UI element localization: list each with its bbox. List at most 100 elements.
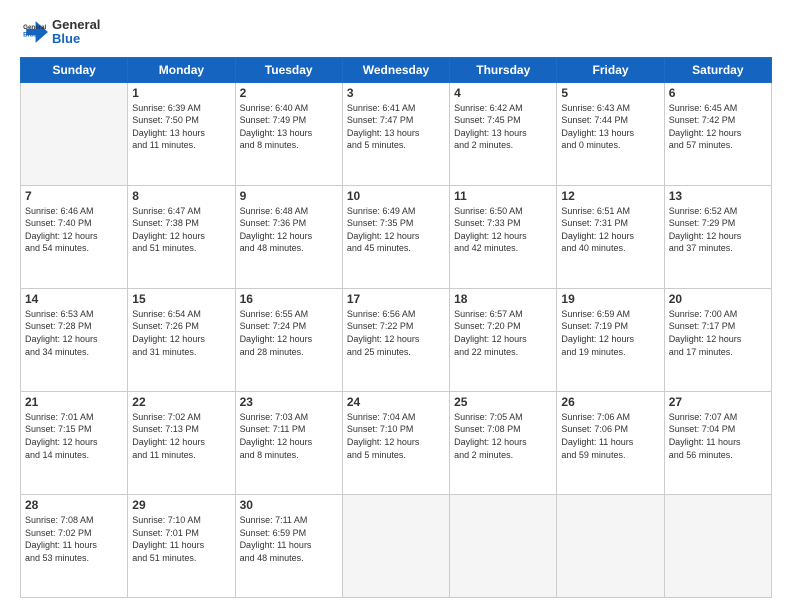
day-number: 27: [669, 395, 767, 409]
calendar-cell: 7 Sunrise: 6:46 AM Sunset: 7:40 PM Daylig…: [21, 185, 128, 288]
day-number: 12: [561, 189, 659, 203]
day-content: Sunrise: 6:50 AM Sunset: 7:33 PM Dayligh…: [454, 205, 552, 255]
calendar-cell: 9 Sunrise: 6:48 AM Sunset: 7:36 PM Daylig…: [235, 185, 342, 288]
day-number: 9: [240, 189, 338, 203]
day-header-thursday: Thursday: [450, 57, 557, 82]
day-number: 3: [347, 86, 445, 100]
day-content: Sunrise: 6:42 AM Sunset: 7:45 PM Dayligh…: [454, 102, 552, 152]
day-content: Sunrise: 6:51 AM Sunset: 7:31 PM Dayligh…: [561, 205, 659, 255]
day-content: Sunrise: 6:54 AM Sunset: 7:26 PM Dayligh…: [132, 308, 230, 358]
calendar-cell: 16 Sunrise: 6:55 AM Sunset: 7:24 PM Dayli…: [235, 288, 342, 391]
calendar-cell: 24 Sunrise: 7:04 AM Sunset: 7:10 PM Dayli…: [342, 391, 449, 494]
day-content: Sunrise: 7:03 AM Sunset: 7:11 PM Dayligh…: [240, 411, 338, 461]
logo: General Blue General Blue: [20, 18, 100, 47]
day-header-monday: Monday: [128, 57, 235, 82]
calendar-cell: 6 Sunrise: 6:45 AM Sunset: 7:42 PM Daylig…: [664, 82, 771, 185]
calendar-header-row: SundayMondayTuesdayWednesdayThursdayFrid…: [21, 57, 772, 82]
calendar-cell: 1 Sunrise: 6:39 AM Sunset: 7:50 PM Daylig…: [128, 82, 235, 185]
day-number: 18: [454, 292, 552, 306]
calendar-cell: 14 Sunrise: 6:53 AM Sunset: 7:28 PM Dayli…: [21, 288, 128, 391]
day-content: Sunrise: 6:56 AM Sunset: 7:22 PM Dayligh…: [347, 308, 445, 358]
day-content: Sunrise: 6:55 AM Sunset: 7:24 PM Dayligh…: [240, 308, 338, 358]
day-number: 14: [25, 292, 123, 306]
day-content: Sunrise: 6:53 AM Sunset: 7:28 PM Dayligh…: [25, 308, 123, 358]
day-number: 30: [240, 498, 338, 512]
calendar-cell: 3 Sunrise: 6:41 AM Sunset: 7:47 PM Daylig…: [342, 82, 449, 185]
calendar-cell: 4Sunrise: 6:42 AM Sunset: 7:45 PM Daylig…: [450, 82, 557, 185]
day-content: Sunrise: 7:05 AM Sunset: 7:08 PM Dayligh…: [454, 411, 552, 461]
calendar-week-2: 7 Sunrise: 6:46 AM Sunset: 7:40 PM Daylig…: [21, 185, 772, 288]
day-number: 24: [347, 395, 445, 409]
calendar-week-3: 14 Sunrise: 6:53 AM Sunset: 7:28 PM Dayli…: [21, 288, 772, 391]
day-number: 20: [669, 292, 767, 306]
calendar-cell: [557, 494, 664, 597]
day-content: Sunrise: 6:45 AM Sunset: 7:42 PM Dayligh…: [669, 102, 767, 152]
calendar-week-1: 1 Sunrise: 6:39 AM Sunset: 7:50 PM Daylig…: [21, 82, 772, 185]
svg-text:Blue: Blue: [23, 32, 37, 39]
day-number: 2: [240, 86, 338, 100]
calendar-cell: 29Sunrise: 7:10 AM Sunset: 7:01 PM Dayli…: [128, 494, 235, 597]
calendar-cell: 20 Sunrise: 7:00 AM Sunset: 7:17 PM Dayli…: [664, 288, 771, 391]
day-number: 19: [561, 292, 659, 306]
day-number: 28: [25, 498, 123, 512]
day-number: 7: [25, 189, 123, 203]
day-content: Sunrise: 6:47 AM Sunset: 7:38 PM Dayligh…: [132, 205, 230, 255]
day-content: Sunrise: 7:11 AM Sunset: 6:59 PM Dayligh…: [240, 514, 338, 564]
day-number: 16: [240, 292, 338, 306]
day-content: Sunrise: 7:10 AM Sunset: 7:01 PM Dayligh…: [132, 514, 230, 564]
day-number: 6: [669, 86, 767, 100]
day-number: 11: [454, 189, 552, 203]
day-number: 22: [132, 395, 230, 409]
calendar-cell: 18 Sunrise: 6:57 AM Sunset: 7:20 PM Dayli…: [450, 288, 557, 391]
calendar-cell: 22 Sunrise: 7:02 AM Sunset: 7:13 PM Dayli…: [128, 391, 235, 494]
calendar-cell: 21 Sunrise: 7:01 AM Sunset: 7:15 PM Dayli…: [21, 391, 128, 494]
day-header-wednesday: Wednesday: [342, 57, 449, 82]
calendar-table: SundayMondayTuesdayWednesdayThursdayFrid…: [20, 57, 772, 598]
day-content: Sunrise: 7:04 AM Sunset: 7:10 PM Dayligh…: [347, 411, 445, 461]
day-content: Sunrise: 7:07 AM Sunset: 7:04 PM Dayligh…: [669, 411, 767, 461]
calendar-cell: [450, 494, 557, 597]
calendar-cell: 28 Sunrise: 7:08 AM Sunset: 7:02 PM Dayli…: [21, 494, 128, 597]
day-number: 17: [347, 292, 445, 306]
calendar-week-5: 28 Sunrise: 7:08 AM Sunset: 7:02 PM Dayli…: [21, 494, 772, 597]
day-number: 26: [561, 395, 659, 409]
day-number: 21: [25, 395, 123, 409]
day-number: 25: [454, 395, 552, 409]
calendar-cell: 8 Sunrise: 6:47 AM Sunset: 7:38 PM Daylig…: [128, 185, 235, 288]
svg-text:General: General: [23, 24, 46, 31]
day-content: Sunrise: 7:02 AM Sunset: 7:13 PM Dayligh…: [132, 411, 230, 461]
day-number: 8: [132, 189, 230, 203]
day-content: Sunrise: 6:40 AM Sunset: 7:49 PM Dayligh…: [240, 102, 338, 152]
day-content: Sunrise: 6:57 AM Sunset: 7:20 PM Dayligh…: [454, 308, 552, 358]
day-header-sunday: Sunday: [21, 57, 128, 82]
calendar-week-4: 21 Sunrise: 7:01 AM Sunset: 7:15 PM Dayli…: [21, 391, 772, 494]
day-content: Sunrise: 7:01 AM Sunset: 7:15 PM Dayligh…: [25, 411, 123, 461]
calendar-cell: 12 Sunrise: 6:51 AM Sunset: 7:31 PM Dayli…: [557, 185, 664, 288]
calendar-cell: 25 Sunrise: 7:05 AM Sunset: 7:08 PM Dayli…: [450, 391, 557, 494]
calendar-cell: [342, 494, 449, 597]
calendar-cell: 11 Sunrise: 6:50 AM Sunset: 7:33 PM Dayli…: [450, 185, 557, 288]
header: General Blue General Blue: [20, 18, 772, 47]
day-content: Sunrise: 6:49 AM Sunset: 7:35 PM Dayligh…: [347, 205, 445, 255]
day-content: Sunrise: 6:39 AM Sunset: 7:50 PM Dayligh…: [132, 102, 230, 152]
day-header-friday: Friday: [557, 57, 664, 82]
day-content: Sunrise: 7:06 AM Sunset: 7:06 PM Dayligh…: [561, 411, 659, 461]
calendar-cell: 15 Sunrise: 6:54 AM Sunset: 7:26 PM Dayli…: [128, 288, 235, 391]
day-header-tuesday: Tuesday: [235, 57, 342, 82]
calendar-cell: 23 Sunrise: 7:03 AM Sunset: 7:11 PM Dayli…: [235, 391, 342, 494]
day-content: Sunrise: 6:46 AM Sunset: 7:40 PM Dayligh…: [25, 205, 123, 255]
day-number: 15: [132, 292, 230, 306]
calendar-cell: 26 Sunrise: 7:06 AM Sunset: 7:06 PM Dayli…: [557, 391, 664, 494]
day-content: Sunrise: 7:00 AM Sunset: 7:17 PM Dayligh…: [669, 308, 767, 358]
day-content: Sunrise: 6:41 AM Sunset: 7:47 PM Dayligh…: [347, 102, 445, 152]
day-content: Sunrise: 6:48 AM Sunset: 7:36 PM Dayligh…: [240, 205, 338, 255]
calendar-cell: 17 Sunrise: 6:56 AM Sunset: 7:22 PM Dayli…: [342, 288, 449, 391]
day-number: 1: [132, 86, 230, 100]
day-content: Sunrise: 7:08 AM Sunset: 7:02 PM Dayligh…: [25, 514, 123, 564]
day-number: 13: [669, 189, 767, 203]
day-number: 23: [240, 395, 338, 409]
day-number: 10: [347, 189, 445, 203]
day-number: 5: [561, 86, 659, 100]
calendar-cell: 27 Sunrise: 7:07 AM Sunset: 7:04 PM Dayli…: [664, 391, 771, 494]
day-header-saturday: Saturday: [664, 57, 771, 82]
